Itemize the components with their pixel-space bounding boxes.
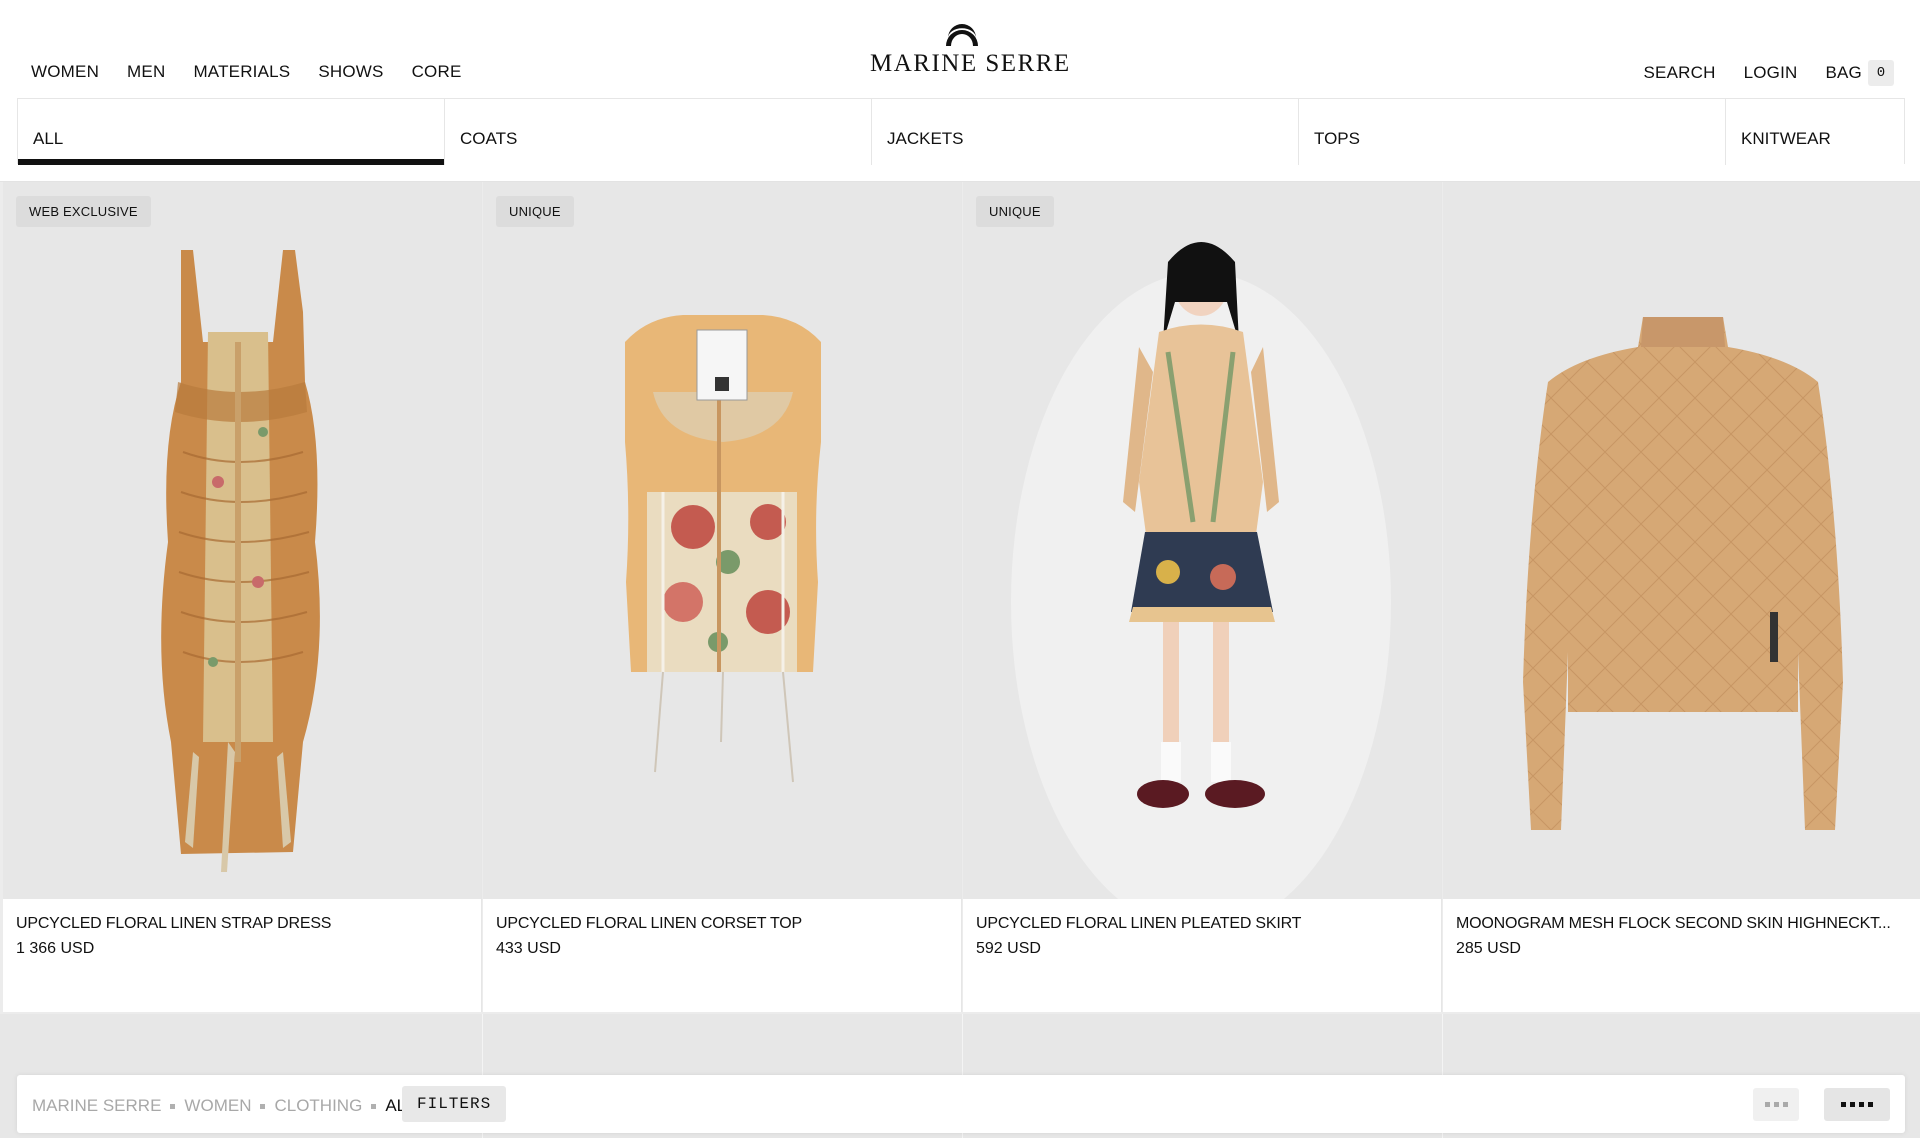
grid-3-icon[interactable] [1753, 1088, 1799, 1121]
main-nav: WOMEN MEN MATERIALS SHOWS CORE [31, 62, 462, 82]
bag-label: BAG [1825, 63, 1862, 82]
product-card[interactable]: UNIQUE UPCYCLED FLORAL LINEN PLEATED SKI… [963, 182, 1442, 1012]
bag-count-badge: 0 [1868, 60, 1894, 86]
tab-coats[interactable]: COATS [445, 99, 872, 165]
product-badge: UNIQUE [496, 196, 574, 227]
product-card[interactable]: WEB EXCLUSIVE UPCYCLED FLORAL LINEN STRA… [3, 182, 482, 1012]
nav-shows[interactable]: SHOWS [318, 62, 383, 82]
breadcrumb-brand[interactable]: MARINE SERRE [32, 1096, 161, 1116]
nav-men[interactable]: MEN [127, 62, 165, 82]
product-price: 285 USD [1456, 940, 1521, 957]
nav-core[interactable]: CORE [412, 62, 462, 82]
breadcrumb-clothing[interactable]: CLOTHING [274, 1096, 362, 1116]
tab-knitwear[interactable]: KNITWEAR [1726, 99, 1904, 165]
product-name[interactable]: MOONOGRAM MESH FLOCK SECOND SKIN HIGHNEC… [1456, 915, 1911, 933]
breadcrumb-separator [371, 1103, 377, 1109]
grid-4-icon[interactable] [1824, 1088, 1890, 1121]
login-link[interactable]: LOGIN [1744, 63, 1798, 83]
product-badge: WEB EXCLUSIVE [16, 196, 151, 227]
product-badge: UNIQUE [976, 196, 1054, 227]
tab-tops[interactable]: TOPS [1299, 99, 1726, 165]
tab-jackets[interactable]: JACKETS [872, 99, 1299, 165]
product-price: 1 366 USD [16, 940, 95, 957]
crescent-moon-icon [946, 24, 978, 46]
breadcrumb-separator [170, 1103, 176, 1109]
bag-link[interactable]: BAG 0 [1825, 60, 1894, 86]
brand-logo[interactable]: MARINE SERRE [870, 16, 1071, 78]
product-image[interactable] [1443, 182, 1920, 899]
product-name[interactable]: UPCYCLED FLORAL LINEN CORSET TOP [496, 915, 951, 933]
product-image[interactable]: UNIQUE [483, 182, 961, 899]
product-price: 592 USD [976, 940, 1041, 957]
product-card[interactable]: MOONOGRAM MESH FLOCK SECOND SKIN HIGHNEC… [1443, 182, 1920, 1012]
product-image[interactable]: WEB EXCLUSIVE [3, 182, 481, 899]
logo-wordmark: MARINE SERRE [870, 50, 1071, 77]
bottom-toolbar: MARINE SERRE WOMEN CLOTHING ALL FILTERS [17, 1075, 1905, 1133]
product-name[interactable]: UPCYCLED FLORAL LINEN STRAP DRESS [16, 915, 471, 933]
search-link[interactable]: SEARCH [1644, 63, 1716, 83]
nav-materials[interactable]: MATERIALS [193, 62, 290, 82]
breadcrumb-separator [260, 1103, 266, 1109]
product-image[interactable]: UNIQUE [963, 182, 1441, 899]
category-tabs: ALL COATS JACKETS TOPS KNITWEAR [17, 98, 1905, 165]
nav-women[interactable]: WOMEN [31, 62, 99, 82]
breadcrumb: MARINE SERRE WOMEN CLOTHING ALL [32, 1096, 416, 1116]
site-header: WOMEN MEN MATERIALS SHOWS CORE MARINE SE… [0, 0, 1920, 182]
breadcrumb-women[interactable]: WOMEN [184, 1096, 251, 1116]
tab-all[interactable]: ALL [18, 99, 445, 165]
product-name[interactable]: UPCYCLED FLORAL LINEN PLEATED SKIRT [976, 915, 1431, 933]
product-card[interactable]: UNIQUE UPCYCLED FLORAL LINEN CORSET TOP … [483, 182, 962, 1012]
product-price: 433 USD [496, 940, 561, 957]
filters-button[interactable]: FILTERS [402, 1086, 507, 1122]
utility-nav: SEARCH LOGIN BAG 0 [1644, 60, 1894, 86]
